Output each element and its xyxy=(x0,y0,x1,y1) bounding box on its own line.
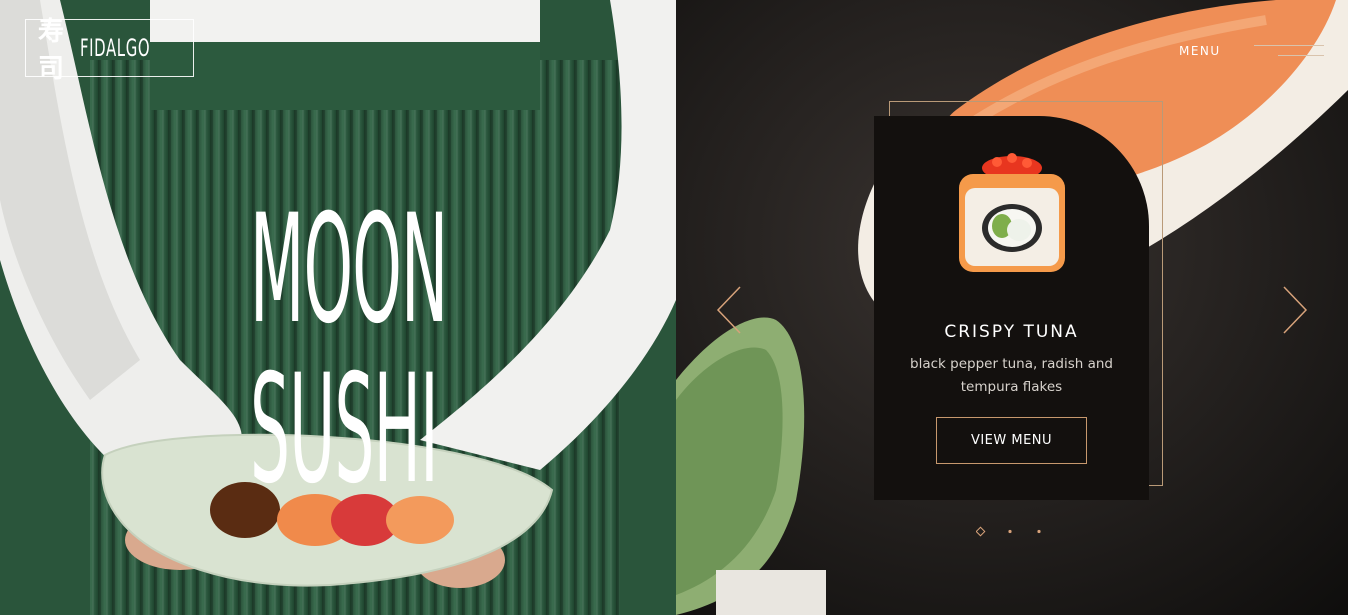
sushi-roll-image xyxy=(959,153,1065,272)
chevron-left-icon[interactable] xyxy=(716,286,742,334)
diamond-icon[interactable] xyxy=(976,526,986,537)
logo-brand-name: FIDALGO xyxy=(79,34,150,62)
hero-photo-panel: 寿司 FIDALGO MOON SUSHI xyxy=(0,0,676,615)
hamburger-icon[interactable] xyxy=(1254,44,1324,58)
slider-dot-2[interactable] xyxy=(1008,529,1012,534)
dish-title: CRISPY TUNA xyxy=(944,322,1079,342)
chevron-right-icon[interactable] xyxy=(1282,286,1308,334)
dish-description: black pepper tuna, radish and tempura fl… xyxy=(910,356,1113,395)
slider-pagination xyxy=(976,526,1041,537)
logo-kanji: 寿司 xyxy=(38,17,66,84)
slider-dot-3[interactable] xyxy=(1037,529,1041,534)
hero-title: MOON SUSHI xyxy=(250,183,448,517)
view-menu-button[interactable]: VIEW MENU xyxy=(936,417,1087,464)
featured-dish-card: CRISPY TUNA black pepper tuna, radish an… xyxy=(874,116,1149,500)
hero-title-line-2: SUSHI xyxy=(250,343,439,517)
hero-title-line-1: MOON xyxy=(250,183,448,357)
brand-logo[interactable]: 寿司 FIDALGO xyxy=(25,17,194,84)
menu-label[interactable]: MENU xyxy=(1179,44,1221,58)
